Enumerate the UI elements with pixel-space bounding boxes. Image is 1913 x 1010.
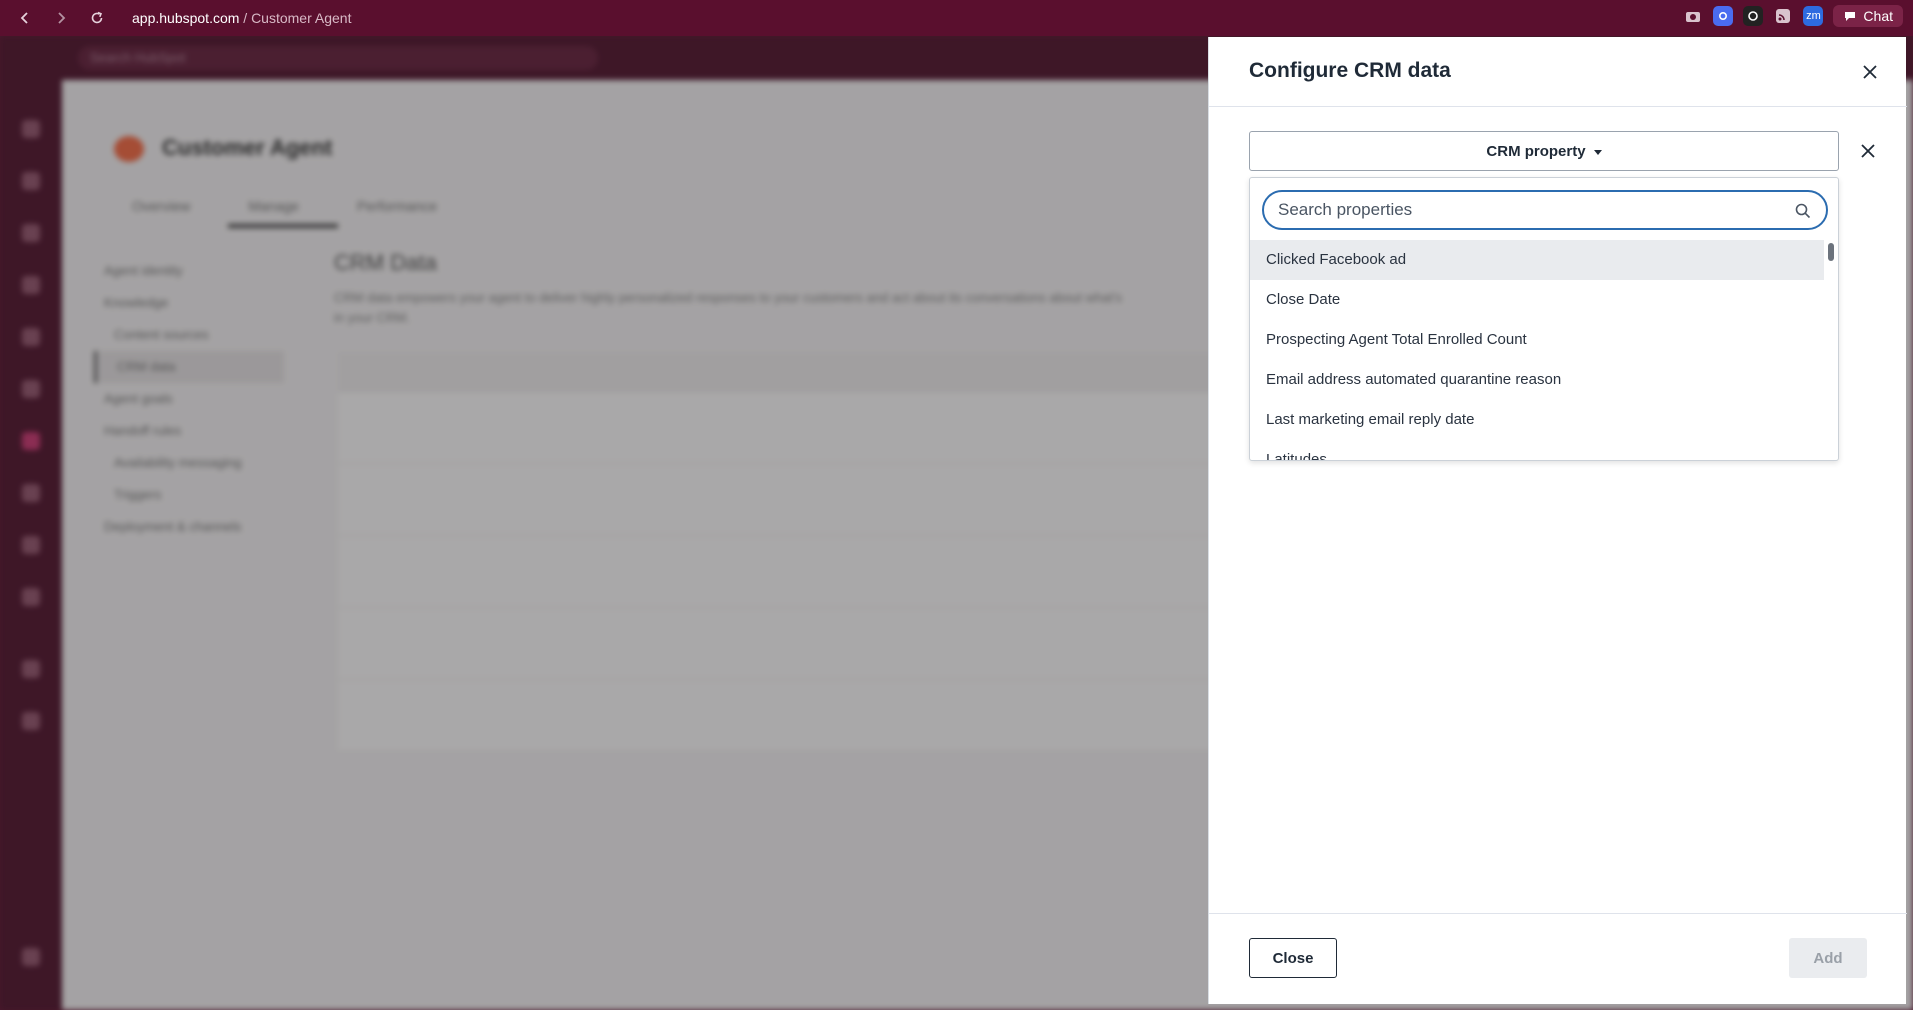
property-option[interactable]: Clicked Facebook ad [1250, 240, 1824, 280]
property-search[interactable] [1262, 190, 1828, 230]
chat-bubble-icon [1845, 12, 1856, 21]
browser-nav [12, 5, 110, 31]
forward-icon[interactable] [48, 5, 74, 31]
gear-extension-icon[interactable] [1713, 6, 1734, 26]
configure-crm-panel: Configure CRM data CRM property Clicked … [1208, 37, 1907, 1004]
property-option[interactable]: Latitudes [1250, 440, 1824, 460]
zoom-extension-icon[interactable]: zm [1803, 6, 1824, 26]
property-option[interactable]: Email address automated quarantine reaso… [1250, 360, 1824, 400]
url-path: / Customer Agent [239, 10, 352, 26]
panel-close-button[interactable] [1857, 59, 1883, 85]
circle-extension-icon[interactable] [1743, 6, 1764, 26]
panel-header: Configure CRM data [1209, 37, 1907, 107]
back-icon[interactable] [12, 5, 38, 31]
chat-button[interactable]: Chat [1833, 5, 1903, 27]
property-option[interactable]: Prospecting Agent Total Enrolled Count [1250, 320, 1824, 360]
property-search-input[interactable] [1278, 198, 1778, 222]
property-option-list: Clicked Facebook ad Close Date Prospecti… [1250, 240, 1824, 460]
property-option[interactable]: Last marketing email reply date [1250, 400, 1824, 440]
panel-title: Configure CRM data [1249, 59, 1451, 82]
crm-property-select-label: CRM property [1486, 142, 1586, 160]
close-button[interactable]: Close [1249, 938, 1337, 978]
address-bar[interactable]: app.hubspot.com / Customer Agent [132, 10, 351, 26]
close-icon [1861, 144, 1875, 158]
search-icon [1795, 203, 1811, 219]
caret-down-icon [1593, 150, 1602, 155]
crm-property-select[interactable]: CRM property [1249, 131, 1839, 171]
property-dropdown: Clicked Facebook ad Close Date Prospecti… [1249, 177, 1839, 461]
remove-property-button[interactable] [1857, 140, 1879, 162]
option-list-scrollbar[interactable] [1826, 240, 1836, 460]
browser-toolbar: app.hubspot.com / Customer Agent zm Chat [0, 0, 1913, 36]
add-button[interactable]: Add [1789, 938, 1867, 978]
url-host: app.hubspot.com [132, 10, 240, 26]
panel-footer: Close Add [1209, 913, 1907, 1004]
rss-icon[interactable] [1773, 6, 1793, 26]
extension-tray: zm Chat [1683, 5, 1903, 27]
scrollbar-thumb[interactable] [1828, 243, 1834, 261]
close-icon [1863, 65, 1877, 79]
camera-icon[interactable] [1683, 6, 1703, 26]
property-option[interactable]: Close Date [1250, 280, 1824, 320]
chat-label: Chat [1863, 8, 1893, 24]
reload-icon[interactable] [84, 5, 110, 31]
